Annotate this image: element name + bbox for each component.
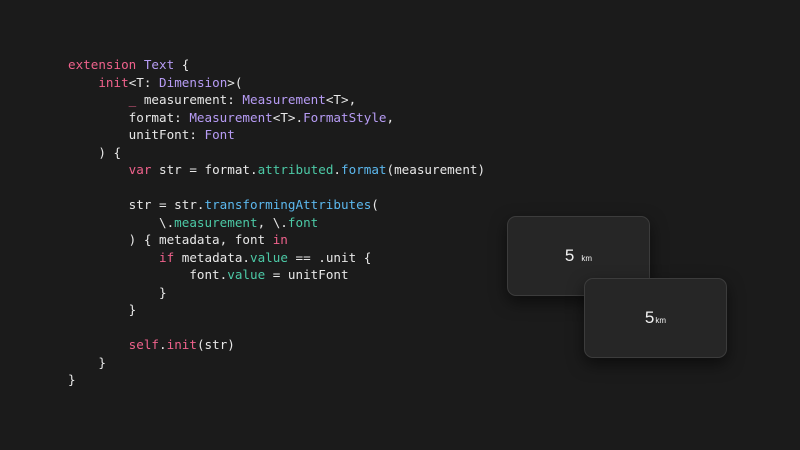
- code-token: str = format.: [151, 162, 258, 177]
- code-line: }: [68, 284, 485, 302]
- code-token: measurement: [174, 214, 258, 230]
- code-line: \.measurement, \.font: [68, 214, 485, 232]
- code-token: .: [333, 162, 341, 177]
- code-token: format: [341, 162, 387, 177]
- code-token: Measurement: [242, 92, 326, 107]
- code-line: }: [68, 371, 485, 389]
- code-token: value: [227, 267, 266, 282]
- code-token: }: [68, 302, 137, 317]
- code-token: init: [166, 337, 197, 352]
- code-token: metadata.: [174, 249, 250, 265]
- code-token: FormatStyle: [303, 109, 387, 125]
- preview-unit: km: [581, 253, 593, 263]
- code-line: var str = format.attributed.format(measu…: [68, 161, 485, 179]
- code-token: (: [371, 197, 379, 212]
- code-token: <T>.: [272, 109, 304, 125]
- code-token: <T>,: [325, 92, 357, 107]
- code-line: if metadata.value == .unit {: [68, 249, 485, 267]
- preview-value: 5: [644, 308, 655, 327]
- code-line: }: [68, 301, 485, 319]
- code-token: font: [287, 214, 319, 230]
- preview-value: 5: [564, 246, 575, 265]
- code-token: }: [68, 354, 106, 370]
- measurement-preview-card-compact: 5 km: [584, 278, 727, 358]
- code-token: (measurement): [386, 162, 486, 177]
- code-line: init<T: Dimension>(: [68, 74, 485, 92]
- code-line: ) {: [68, 144, 485, 162]
- code-token: Measurement: [189, 109, 273, 125]
- code-token: , \.: [257, 214, 288, 230]
- preview-unit: km: [655, 315, 667, 325]
- code-token: Font: [204, 127, 235, 142]
- code-line: str = str.transformingAttributes(: [68, 196, 485, 214]
- code-token: \.: [68, 214, 175, 230]
- code-token: if: [159, 249, 175, 265]
- code-token: value: [250, 249, 288, 265]
- code-token: transformingAttributes: [204, 197, 372, 212]
- code-line: self.init(str): [68, 336, 485, 354]
- code-token: }: [68, 284, 167, 300]
- code-token: ) { metadata, font: [68, 232, 273, 247]
- code-line: format: Measurement<T>.FormatStyle,: [68, 109, 485, 127]
- code-token: == .unit {: [287, 249, 372, 265]
- code-line: unitFont: Font: [68, 126, 485, 144]
- code-token: font.: [68, 267, 228, 282]
- code-token: attributed: [257, 162, 334, 177]
- code-token: }: [68, 372, 76, 387]
- code-token: measurement:: [136, 92, 243, 107]
- code-token: var: [128, 162, 152, 177]
- code-token: str = str.: [68, 197, 205, 212]
- code-line: _ measurement: Measurement<T>,: [68, 91, 485, 109]
- code-token: (str): [196, 337, 235, 352]
- code-token: <T:: [128, 74, 160, 90]
- code-line: font.value = unitFont: [68, 266, 485, 284]
- code-token: extension: [68, 57, 144, 72]
- code-token: in: [272, 232, 288, 247]
- code-token: Text: [143, 57, 175, 72]
- code-token: {: [174, 57, 190, 72]
- code-token: >(: [227, 74, 243, 90]
- code-token: ,: [386, 109, 395, 125]
- code-token: format:: [68, 109, 190, 125]
- code-token: = unitFont: [265, 267, 349, 282]
- code-token: Dimension: [159, 74, 228, 90]
- code-token: ) {: [68, 144, 122, 160]
- code-token: .: [159, 337, 167, 352]
- code-line: extension Text {: [68, 56, 485, 74]
- code-line: }: [68, 354, 485, 372]
- code-token: self: [128, 337, 160, 352]
- swift-code-block: extension Text { init<T: Dimension>( _ m…: [68, 56, 485, 389]
- code-token: init: [98, 74, 129, 90]
- code-line: ) { metadata, font in: [68, 231, 485, 249]
- code-token: unitFont:: [68, 127, 205, 142]
